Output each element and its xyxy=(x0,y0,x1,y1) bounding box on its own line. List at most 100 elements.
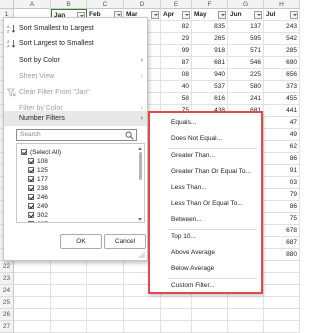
grid-cell[interactable] xyxy=(264,261,300,273)
grid-cell[interactable] xyxy=(192,309,228,321)
submenu-greater-than-or-equal[interactable]: Greater Than Or Equal To... xyxy=(171,167,251,177)
grid-cell[interactable]: 571 xyxy=(228,45,264,57)
column-header-d[interactable]: D xyxy=(124,0,161,9)
grid-cell[interactable]: 373 xyxy=(264,81,300,93)
mar-filter-dropdown[interactable] xyxy=(151,11,159,19)
grid-cell[interactable] xyxy=(87,309,124,321)
grid-cell[interactable] xyxy=(14,309,51,321)
checkbox-icon[interactable] xyxy=(28,203,34,209)
grid-cell[interactable] xyxy=(14,321,51,333)
grid-cell[interactable] xyxy=(87,285,124,297)
checkbox-icon[interactable] xyxy=(28,176,34,182)
grid-cell[interactable]: 940 xyxy=(192,69,228,81)
grid-cell[interactable] xyxy=(124,321,161,333)
column-header-b[interactable]: B xyxy=(51,0,87,9)
scroll-thumb[interactable] xyxy=(138,152,142,180)
grid-cell[interactable] xyxy=(14,261,51,273)
grid-cell[interactable]: 441 xyxy=(264,105,300,117)
submenu-does-not-equal[interactable]: Does Not Equal... xyxy=(171,134,222,144)
grid-cell[interactable]: 690 xyxy=(264,57,300,69)
grid-cell[interactable]: 880 xyxy=(264,249,300,261)
grid-cell[interactable]: 87 xyxy=(161,57,192,69)
submenu-greater-than[interactable]: Greater Than... xyxy=(171,151,215,161)
grid-cell[interactable]: 99 xyxy=(161,45,192,57)
checkbox-icon[interactable] xyxy=(28,194,34,200)
row-header[interactable]: 23 xyxy=(0,273,14,285)
grid-cell[interactable] xyxy=(51,309,87,321)
grid-cell[interactable] xyxy=(51,321,87,333)
checkbox-icon[interactable] xyxy=(28,167,34,173)
row-header[interactable]: 25 xyxy=(0,297,14,309)
grid-cell[interactable] xyxy=(161,309,192,321)
submenu-less-than-or-equal[interactable]: Less Than Or Equal To... xyxy=(171,199,243,209)
column-header-c[interactable]: C xyxy=(87,0,124,9)
grid-cell[interactable] xyxy=(264,321,300,333)
grid-cell[interactable]: 835 xyxy=(192,21,228,33)
grid-cell[interactable]: 656 xyxy=(264,69,300,81)
submenu-above-average[interactable]: Above Average xyxy=(171,248,215,258)
checkbox-icon[interactable] xyxy=(28,185,34,191)
row-header[interactable]: 27 xyxy=(0,321,14,333)
checkbox-icon[interactable] xyxy=(28,212,34,218)
column-header-a[interactable]: A xyxy=(14,0,51,9)
grid-cell[interactable] xyxy=(264,297,300,309)
grid-cell[interactable]: 687 xyxy=(264,237,300,249)
grid-cell[interactable]: 265 xyxy=(192,33,228,45)
grid-cell[interactable] xyxy=(51,285,87,297)
menu-number-filters[interactable]: Number Filters › xyxy=(4,111,147,126)
grid-cell[interactable]: 681 xyxy=(192,57,228,69)
grid-cell[interactable]: 86 xyxy=(264,201,300,213)
menu-sheet-view[interactable]: Sheet View › xyxy=(4,69,147,84)
grid-cell[interactable]: 08 xyxy=(161,69,192,81)
grid-cell[interactable]: 75 xyxy=(264,213,300,225)
grid-cell[interactable]: 678 xyxy=(264,225,300,237)
header-cell-jun[interactable]: Jun xyxy=(228,9,264,21)
header-cell-jul[interactable]: Jul xyxy=(264,9,300,21)
grid-cell[interactable] xyxy=(87,273,124,285)
menu-sort-desc[interactable]: ZA Sort Largest to Smallest xyxy=(4,36,147,51)
submenu-equals[interactable]: Equals... xyxy=(171,118,196,128)
grid-cell[interactable] xyxy=(14,297,51,309)
jul-filter-dropdown[interactable] xyxy=(290,11,298,19)
submenu-custom-filter[interactable]: Custom Filter... xyxy=(171,281,215,291)
grid-cell[interactable] xyxy=(51,297,87,309)
grid-cell[interactable] xyxy=(124,309,161,321)
grid-cell[interactable]: 243 xyxy=(264,21,300,33)
grid-cell[interactable]: 40 xyxy=(161,81,192,93)
grid-cell[interactable]: 91 xyxy=(264,165,300,177)
grid-cell[interactable]: 82 xyxy=(161,21,192,33)
grid-cell[interactable]: 225 xyxy=(228,69,264,81)
grid-cell[interactable]: 546 xyxy=(228,57,264,69)
grid-cell[interactable]: 918 xyxy=(192,45,228,57)
grid-cell[interactable]: 285 xyxy=(264,45,300,57)
grid-cell[interactable] xyxy=(51,261,87,273)
grid-cell[interactable] xyxy=(192,297,228,309)
submenu-between[interactable]: Between... xyxy=(171,215,202,225)
grid-cell[interactable] xyxy=(228,297,264,309)
grid-cell[interactable] xyxy=(228,321,264,333)
grid-cell[interactable]: 241 xyxy=(228,93,264,105)
filter-list-scrollbar[interactable] xyxy=(138,147,142,221)
resize-grip-icon[interactable] xyxy=(139,252,145,258)
grid-cell[interactable] xyxy=(87,297,124,309)
header-cell-apr[interactable]: Apr xyxy=(161,9,192,21)
column-header-g[interactable]: G xyxy=(228,0,264,9)
grid-cell[interactable] xyxy=(264,273,300,285)
checkbox-icon[interactable] xyxy=(28,221,34,222)
submenu-less-than[interactable]: Less Than... xyxy=(171,183,207,193)
grid-cell[interactable] xyxy=(264,309,300,321)
grid-cell[interactable] xyxy=(124,297,161,309)
grid-cell[interactable]: 580 xyxy=(228,81,264,93)
checkbox-icon[interactable] xyxy=(28,158,34,164)
grid-cell[interactable]: 537 xyxy=(192,81,228,93)
ok-button[interactable]: OK xyxy=(60,234,102,249)
filter-search-input[interactable]: Search xyxy=(16,129,137,141)
grid-cell[interactable]: 62 xyxy=(264,141,300,153)
grid-cell[interactable]: 595 xyxy=(228,33,264,45)
grid-cell[interactable]: 616 xyxy=(192,93,228,105)
row-header[interactable]: 22 xyxy=(0,261,14,273)
menu-sort-by-color[interactable]: Sort by Color › xyxy=(4,53,147,68)
grid-cell[interactable] xyxy=(14,285,51,297)
grid-cell[interactable]: 79 xyxy=(264,189,300,201)
checkbox-icon[interactable] xyxy=(21,149,27,155)
